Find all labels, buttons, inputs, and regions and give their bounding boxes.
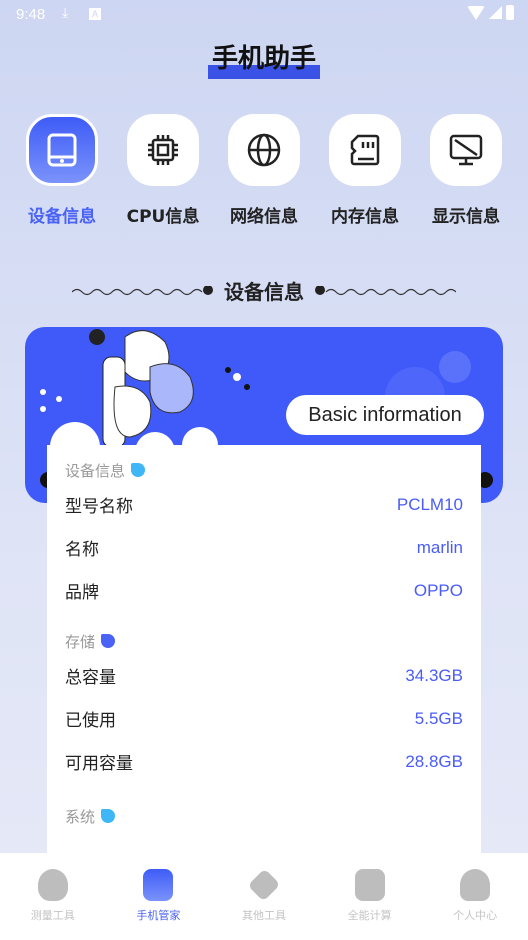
group-title: 系统 [65, 807, 96, 826]
tab-label: 显示信息 [432, 207, 500, 227]
nav-label: 全能计算 [347, 909, 392, 922]
group-title: 存储 [65, 632, 96, 651]
row-label: 已使用 [65, 711, 116, 731]
tab-label: 设备信息 [28, 207, 96, 227]
phone-manager-icon [143, 869, 174, 901]
row-value: 34.3GB [405, 665, 463, 685]
status-bar: 9:48 ⤓ A [0, 0, 528, 30]
wifi-icon [467, 5, 485, 20]
signal-icon [489, 6, 502, 19]
nav-calculator[interactable]: 全能计算 [317, 853, 423, 940]
row-label: 型号名称 [65, 497, 133, 517]
monitor-icon [430, 114, 502, 186]
tab-memory-info[interactable]: 内存信息 [329, 114, 401, 227]
cpu-chip-icon [127, 114, 199, 186]
info-row: 总容量 34.3GB [47, 654, 481, 697]
group-dot-icon [101, 634, 116, 648]
app-title: 手机助手 [211, 44, 316, 74]
wave-decoration-right [315, 286, 456, 296]
row-value: marlin [416, 537, 463, 557]
group-dot-icon [131, 463, 146, 477]
nav-measure-tools[interactable]: 测量工具 [0, 853, 106, 940]
wave-decoration-left [72, 286, 213, 296]
row-label: 可用容量 [65, 754, 133, 774]
calculator-icon [354, 869, 385, 901]
nav-label: 其他工具 [241, 909, 286, 922]
tab-network-info[interactable]: 网络信息 [228, 114, 300, 227]
row-label: 总容量 [65, 668, 116, 688]
globe-icon [228, 114, 300, 186]
download-icon: ⤓ [62, 4, 69, 20]
group-title: 设备信息 [65, 461, 126, 480]
tab-device-info[interactable]: 设备信息 [26, 114, 98, 227]
info-row: 已使用 5.5GB [47, 697, 481, 740]
tablet-icon [26, 114, 98, 186]
group-header-storage: 存储 [47, 628, 481, 654]
nav-other-tools[interactable]: 其他工具 [211, 853, 317, 940]
basic-information-badge: Basic information [286, 395, 484, 435]
row-label: 名称 [65, 540, 99, 560]
row-value: 5.5GB [414, 708, 463, 728]
sd-card-icon [329, 114, 401, 186]
row-value: 28.8GB [405, 751, 463, 771]
user-icon [460, 869, 491, 901]
section-header: 设备信息 [0, 276, 528, 305]
tab-label: 内存信息 [331, 207, 399, 227]
nav-label: 个人中心 [453, 909, 498, 922]
nav-personal-center[interactable]: 个人中心 [422, 853, 528, 940]
tab-label: 网络信息 [230, 207, 298, 227]
tab-display-info[interactable]: 显示信息 [430, 114, 502, 227]
nav-label: 测量工具 [30, 909, 75, 922]
info-row: 名称 marlin [47, 526, 481, 569]
row-value: OPPO [413, 580, 463, 600]
nav-label: 手机管家 [136, 909, 181, 922]
notification-icon: A [89, 8, 101, 20]
info-row: 品牌 OPPO [47, 569, 481, 612]
tab-cpu-info[interactable]: CPU信息 [127, 114, 199, 227]
battery-icon [506, 5, 514, 20]
info-panel: 设备信息 型号名称 PCLM10 名称 marlin 品牌 OPPO 存储 总容量 34… [47, 445, 481, 865]
group-dot-icon [101, 809, 116, 823]
row-label: 品牌 [65, 583, 99, 603]
nav-phone-manager[interactable]: 手机管家 [106, 853, 212, 940]
row-value: PCLM10 [396, 494, 463, 514]
section-title: 设备信息 [224, 280, 304, 304]
status-time: 9:48 [16, 6, 46, 23]
measure-robot-icon [37, 869, 68, 901]
group-header-system: 系统 [47, 803, 481, 829]
group-header-device: 设备信息 [47, 457, 481, 483]
layers-icon [247, 868, 281, 902]
info-row: 型号名称 PCLM10 [47, 483, 481, 526]
tab-label: CPU信息 [126, 207, 200, 227]
info-row: 可用容量 28.8GB [47, 740, 481, 783]
bottom-nav: 测量工具 手机管家 其他工具 全能计算 个人中心 [0, 853, 528, 940]
